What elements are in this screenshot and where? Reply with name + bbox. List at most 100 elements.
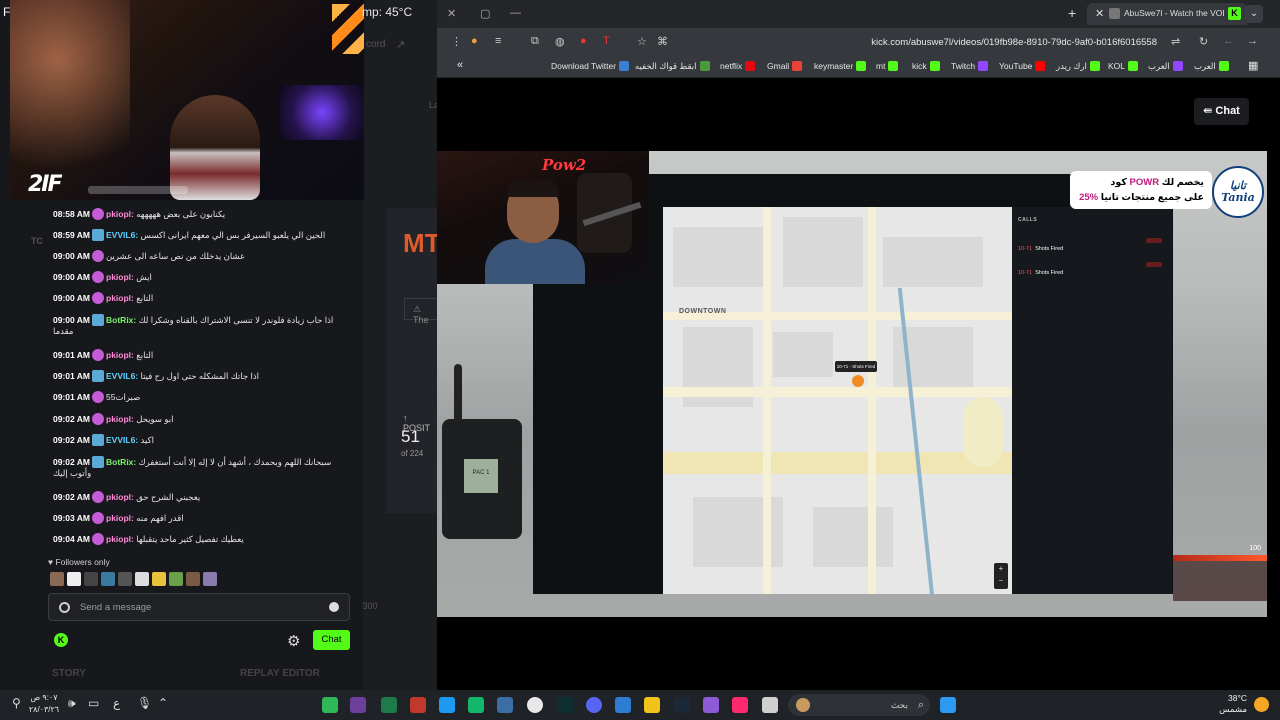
message-username[interactable]: pkiopl	[106, 209, 131, 219]
apps-grid-icon[interactable]: ▦	[1248, 59, 1258, 72]
volume-icon[interactable]: 🕪	[68, 696, 76, 711]
steam-icon[interactable]	[674, 697, 690, 713]
message-username[interactable]: pkiopl	[106, 293, 131, 303]
heart-emote-icon[interactable]	[67, 572, 81, 586]
extension-red-icon[interactable]: ●	[580, 35, 587, 47]
app-green-icon[interactable]	[468, 697, 484, 713]
bookmark-kol[interactable]: KOL	[1108, 61, 1139, 71]
bookmark-youtube[interactable]: YouTube	[999, 61, 1046, 71]
taskbar-search[interactable]: بحث ⌕	[788, 694, 930, 716]
close-window-icon[interactable]: ✕	[447, 7, 456, 20]
forward-icon[interactable]: ←	[1223, 35, 1234, 47]
user-badge-icon	[92, 456, 105, 468]
minimize-icon[interactable]: —	[510, 7, 521, 19]
bookmark-star-icon[interactable]: ☆	[637, 35, 647, 48]
app-icon[interactable]	[350, 697, 366, 713]
message-username[interactable]: pkiopl	[106, 414, 131, 424]
call-item[interactable]: 10-71 Shots Fired	[1018, 237, 1168, 257]
emote-icon[interactable]	[101, 572, 115, 586]
address-bar[interactable]: kick.com/abuswe7l/videos/019fb98e-8910-7…	[667, 33, 1167, 52]
copilot-icon[interactable]	[703, 697, 719, 713]
emote-icon[interactable]	[118, 572, 132, 586]
kick-icon[interactable]: K	[54, 633, 68, 647]
app-dark-icon[interactable]	[557, 697, 573, 713]
language-indicator[interactable]: ع	[113, 696, 120, 710]
emote-icon[interactable]	[84, 572, 98, 586]
maximize-icon[interactable]: ▢	[480, 7, 490, 20]
tray-chevron-icon[interactable]: ⌃	[158, 696, 168, 710]
tiktok-icon[interactable]	[732, 697, 748, 713]
clock[interactable]: ٩:٠٧ ص ٢٨/٠٣/٢٦	[26, 692, 62, 716]
message-username[interactable]: pkiopl	[106, 350, 131, 360]
bookmark-twitch[interactable]: Twitch	[951, 61, 989, 71]
play-app-icon[interactable]	[322, 697, 338, 713]
message-username[interactable]: pkiopl	[106, 492, 131, 502]
message-username[interactable]: BotRix	[106, 315, 133, 325]
bookmark-kick[interactable]: kick	[912, 61, 940, 71]
call-pin-icon[interactable]	[852, 375, 864, 387]
site-settings-icon[interactable]: ⇌	[1171, 35, 1180, 48]
story-tab[interactable]: STORY	[52, 668, 86, 679]
bookmark-arab-1[interactable]: العرب	[1148, 61, 1183, 72]
file-explorer-icon[interactable]	[644, 697, 660, 713]
app-red-icon[interactable]	[410, 697, 426, 713]
call-item[interactable]: 10-71 Shots Fired	[1018, 261, 1168, 281]
replay-editor-tab[interactable]: REPLAY EDITOR	[240, 668, 320, 679]
bookmark-gmail[interactable]: Gmail	[767, 61, 803, 71]
video-player[interactable]: DOWNTOWN 10-71 - Shots Fired + − CALLS 10…	[437, 151, 1267, 617]
microphone-icon[interactable]: 🎙	[137, 696, 152, 710]
back-icon[interactable]: →	[1247, 35, 1258, 47]
game-map[interactable]: DOWNTOWN 10-71 - Shots Fired + −	[663, 207, 1012, 594]
message-username[interactable]: EVVIL6	[106, 230, 135, 240]
message-username[interactable]: EVVIL6	[106, 435, 135, 445]
excel-icon[interactable]	[381, 697, 397, 713]
map-zoom-control[interactable]: + −	[994, 563, 1008, 589]
display-icon[interactable]: ▭	[88, 696, 99, 710]
bookmark-netflix[interactable]: netflix	[720, 61, 756, 71]
message-username[interactable]: BotRix	[106, 457, 133, 467]
close-tab-icon[interactable]: ✕	[1095, 7, 1104, 20]
app-white-icon[interactable]	[762, 697, 778, 713]
message-username[interactable]: pkiopl	[106, 272, 131, 282]
bookmark-hidden-powers[interactable]: ابقط قواك الخفيه	[635, 61, 710, 72]
tab-kick-vod[interactable]: ✕ AbuSwe7l - Watch the VOD K	[1087, 3, 1247, 25]
reload-icon[interactable]: ↻	[1199, 35, 1208, 48]
tab-search-icon[interactable]: ⌄	[1245, 5, 1263, 23]
bookmark-keymaster[interactable]: keymaster	[814, 61, 867, 71]
emote-icon[interactable]	[169, 572, 183, 586]
discord-icon[interactable]	[586, 697, 602, 713]
network-icon[interactable]: ⚲	[12, 696, 21, 710]
chrome-icon[interactable]	[527, 697, 543, 713]
emote-icon[interactable]	[50, 572, 64, 586]
duck-emote-icon[interactable]	[152, 572, 166, 586]
weather-widget[interactable]: 38°C مشمس	[1217, 693, 1247, 715]
bookmark-mt[interactable]: mt	[876, 61, 899, 71]
extension-icon[interactable]: ◍	[555, 35, 565, 48]
reading-list-icon[interactable]: ≡	[495, 35, 501, 47]
extension-tp-icon[interactable]: T	[603, 35, 610, 47]
bookmark-label: Twitch	[951, 61, 976, 71]
bookmark-download-twitter[interactable]: Download Twitter	[551, 61, 630, 71]
extensions-icon[interactable]: ⧉	[531, 35, 539, 48]
chat-send-button[interactable]: Chat	[313, 630, 350, 650]
twitter-icon[interactable]	[439, 697, 455, 713]
chevron-icon[interactable]: «	[457, 59, 463, 71]
emote-icon[interactable]	[186, 572, 200, 586]
menu-icon[interactable]: ⋮	[451, 35, 462, 48]
store-icon[interactable]	[615, 697, 631, 713]
profile-icon[interactable]: ●	[471, 35, 478, 47]
chat-toggle-button[interactable]: ⇚ Chat	[1194, 98, 1249, 125]
message-username[interactable]: pkiopl	[106, 513, 131, 523]
photos-icon[interactable]	[497, 697, 513, 713]
emoji-icon[interactable]	[329, 602, 339, 612]
send-message-input[interactable]: Send a message	[48, 593, 350, 621]
gear-icon[interactable]: ⚙	[287, 632, 300, 650]
message-username[interactable]: EVVIL6	[106, 371, 135, 381]
ghost-emote-icon[interactable]	[135, 572, 149, 586]
bookmark-arab-2[interactable]: العرب	[1194, 61, 1229, 72]
bookmark-ark-rider[interactable]: ارك ريدر	[1056, 61, 1100, 72]
start-icon[interactable]	[940, 697, 956, 713]
new-tab-icon[interactable]: +	[1068, 5, 1076, 21]
emote-icon[interactable]	[203, 572, 217, 586]
message-username[interactable]: pkiopl	[106, 534, 131, 544]
